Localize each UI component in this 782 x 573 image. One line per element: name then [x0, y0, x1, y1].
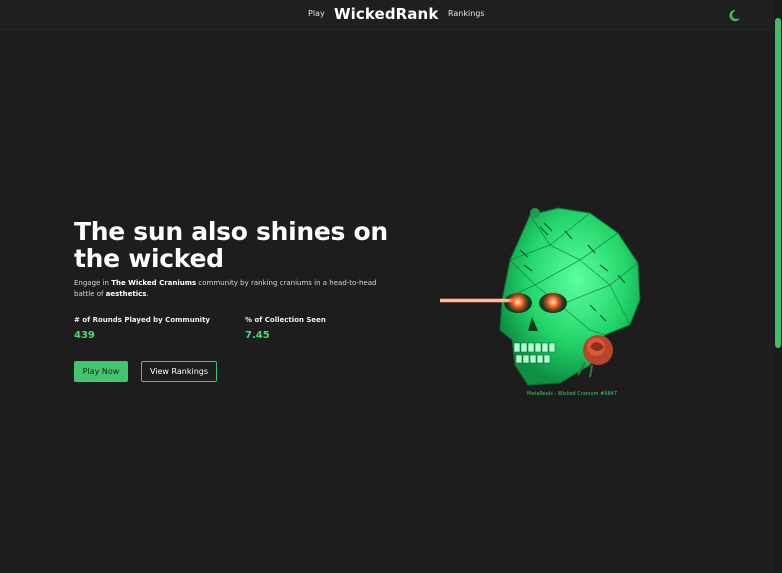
- aesthetics-word: aesthetics: [105, 290, 147, 298]
- brand-logo[interactable]: WickedRank: [334, 5, 438, 23]
- nav-link-rankings[interactable]: Rankings: [448, 9, 485, 18]
- stat-label: # of Rounds Played by Community: [74, 316, 210, 324]
- artwork-caption[interactable]: MetaReals - Wicked Cranium #9847: [527, 391, 617, 397]
- play-now-button[interactable]: Play Now: [74, 361, 128, 382]
- nav-link-play[interactable]: Play: [308, 9, 325, 18]
- moon-icon[interactable]: [729, 7, 743, 22]
- desc-text: Engage in: [74, 279, 112, 287]
- stat-collection-seen: % of Collection Seen 7.45: [245, 316, 326, 341]
- hero-title: The sun also shines on the wicked: [74, 217, 388, 273]
- stat-label: % of Collection Seen: [245, 316, 326, 324]
- view-rankings-button[interactable]: View Rankings: [141, 361, 217, 382]
- stat-rounds-played: # of Rounds Played by Community 439: [74, 316, 210, 341]
- desc-text: .: [146, 290, 149, 298]
- hero-description: Engage in The Wicked Craniums community …: [74, 278, 384, 300]
- top-navbar: Play WickedRank Rankings: [0, 0, 774, 30]
- stat-value: 7.45: [245, 330, 270, 341]
- scrollbar-thumb[interactable]: [775, 18, 781, 348]
- stat-value: 439: [74, 330, 95, 341]
- community-name: The Wicked Craniums: [111, 279, 197, 287]
- skull-artwork: [440, 205, 650, 390]
